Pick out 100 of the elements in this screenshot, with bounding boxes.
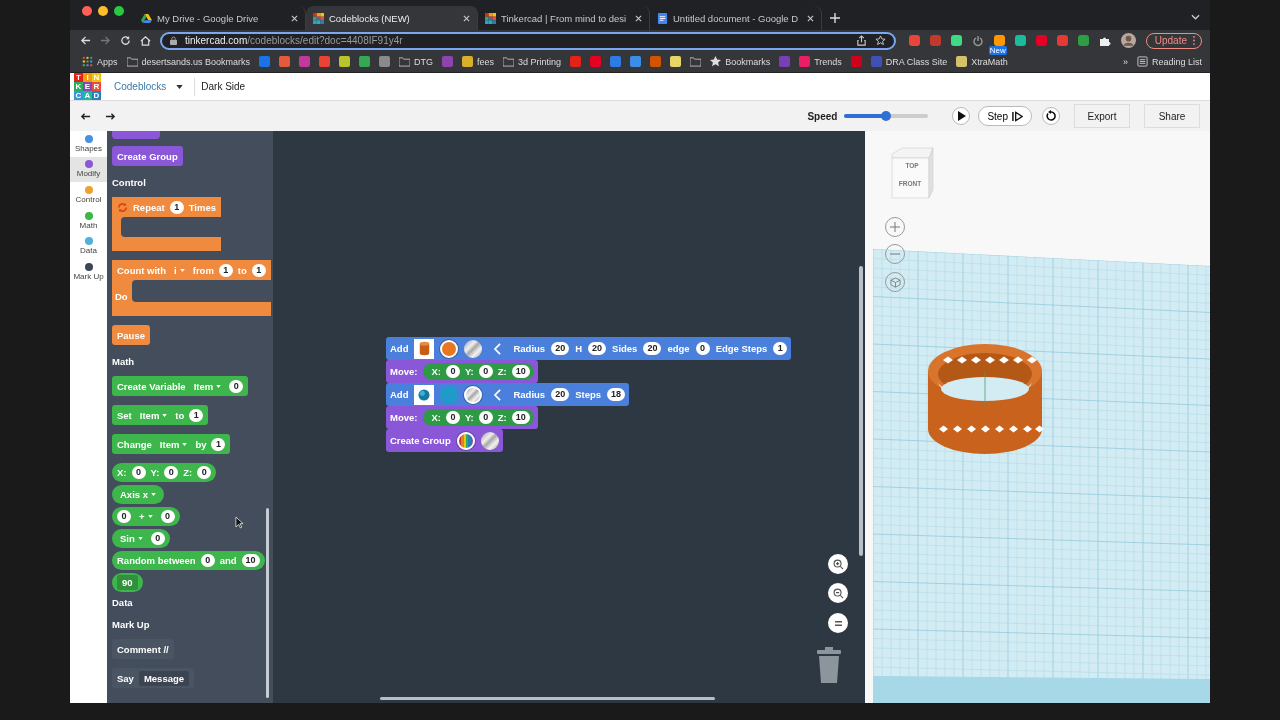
scrollbar[interactable] bbox=[859, 266, 863, 556]
zoom-in-button[interactable] bbox=[828, 554, 848, 574]
extension-icon[interactable] bbox=[1014, 35, 1026, 46]
reload-icon[interactable] bbox=[120, 35, 131, 46]
code-block[interactable]: 90 bbox=[112, 573, 143, 592]
bookmark-icon[interactable] bbox=[670, 56, 682, 67]
extension-icon[interactable] bbox=[1056, 35, 1068, 46]
category-tab[interactable]: Mark Up bbox=[70, 258, 107, 285]
number-input[interactable]: 20 bbox=[643, 342, 662, 355]
slider-thumb[interactable] bbox=[881, 111, 892, 121]
mode-dropdown[interactable]: Codeblocks bbox=[114, 81, 184, 92]
bookmark-icon[interactable] bbox=[379, 56, 391, 67]
chevron-left-icon[interactable] bbox=[494, 342, 502, 355]
bookmark[interactable]: fees bbox=[462, 56, 495, 67]
browser-tab[interactable]: Codeblocks (NEW) bbox=[306, 6, 478, 30]
number-input[interactable]: 0 bbox=[200, 554, 215, 567]
number-input[interactable]: 0 bbox=[445, 365, 460, 378]
close-icon[interactable] bbox=[807, 14, 814, 22]
number-input[interactable]: 0 bbox=[164, 466, 179, 479]
category-tab[interactable]: Control bbox=[70, 182, 107, 208]
nested-block[interactable]: X: 0 Y: 0 Z: 10 bbox=[423, 409, 534, 426]
code-block[interactable]: Random between 0 and 10 bbox=[112, 551, 265, 570]
bookmark-folder[interactable]: desertsands.us Bookmarks bbox=[126, 56, 251, 67]
folder-icon[interactable] bbox=[690, 56, 702, 67]
number-input[interactable]: 0 bbox=[229, 379, 244, 393]
logo[interactable]: T I N K E R C A D bbox=[74, 73, 101, 100]
number-input[interactable]: 20 bbox=[551, 342, 570, 355]
code-block[interactable]: Sin 0 bbox=[112, 529, 170, 548]
number-input[interactable]: 1 bbox=[218, 263, 233, 277]
speed-slider[interactable] bbox=[844, 114, 929, 118]
bookmark-icon[interactable] bbox=[359, 56, 371, 67]
color-swatch[interactable] bbox=[456, 431, 475, 450]
category-tab[interactable]: Modify bbox=[70, 156, 107, 183]
extension-icon[interactable] bbox=[993, 35, 1005, 46]
zoom-out-button[interactable] bbox=[828, 583, 848, 603]
number-input[interactable]: 0 bbox=[150, 532, 165, 545]
bookmarks-overflow[interactable]: » bbox=[1122, 56, 1128, 67]
zoom-window-button[interactable] bbox=[114, 5, 124, 16]
color-swatch[interactable] bbox=[440, 385, 459, 404]
number-input[interactable]: 0 bbox=[445, 411, 460, 424]
export-button[interactable]: Export bbox=[1074, 104, 1130, 128]
plus-icon[interactable] bbox=[830, 13, 840, 23]
bookmark[interactable]: Trends bbox=[799, 56, 842, 67]
number-input[interactable]: 20 bbox=[588, 342, 607, 355]
bookmark-icon[interactable] bbox=[279, 56, 291, 67]
design-name[interactable]: Dark Side bbox=[201, 81, 246, 92]
reading-list[interactable]: Reading List bbox=[1136, 56, 1202, 67]
close-icon[interactable] bbox=[291, 14, 298, 22]
number-input[interactable]: 0 bbox=[478, 411, 493, 424]
avatar[interactable] bbox=[1120, 33, 1136, 48]
bookmark-folder[interactable]: 3d Printing bbox=[503, 56, 562, 67]
play-button[interactable] bbox=[952, 107, 971, 125]
number-input[interactable]: 10 bbox=[511, 365, 530, 378]
nested-block[interactable]: X: 0 Y: 0 Z: 10 bbox=[423, 363, 534, 380]
color-swatch[interactable] bbox=[440, 339, 459, 358]
number-input[interactable]: 10 bbox=[511, 411, 530, 424]
code-block[interactable]: Say Message bbox=[112, 668, 195, 688]
number-input[interactable]: 0 bbox=[197, 466, 212, 479]
extension-icon[interactable] bbox=[1077, 35, 1089, 46]
scrollbar[interactable] bbox=[380, 697, 715, 700]
share-icon[interactable] bbox=[855, 35, 867, 46]
address-bar[interactable]: tinkercad.com/codeblocks/edit?doc=4408IF91y4r bbox=[160, 31, 896, 50]
trash-icon[interactable] bbox=[816, 647, 842, 683]
text-input[interactable]: 90 bbox=[117, 575, 138, 590]
number-input[interactable]: 1 bbox=[773, 342, 788, 355]
bookmark-icon[interactable] bbox=[630, 56, 642, 67]
sphere-thumbnail[interactable] bbox=[414, 384, 435, 405]
close-icon[interactable] bbox=[463, 14, 470, 22]
code-block[interactable]: Comment // bbox=[112, 639, 174, 659]
number-input[interactable]: 20 bbox=[551, 388, 570, 401]
share-button[interactable]: Share bbox=[1144, 104, 1200, 128]
extension-icon[interactable] bbox=[950, 35, 962, 46]
back-icon[interactable] bbox=[80, 35, 91, 46]
number-input[interactable]: 1 bbox=[169, 200, 184, 214]
code-block[interactable]: Set Item to 1 bbox=[112, 405, 209, 425]
code-block[interactable]: Change Item by 1 bbox=[112, 434, 231, 454]
text-input[interactable]: Message bbox=[138, 670, 190, 686]
chevron-left-icon[interactable] bbox=[494, 388, 502, 401]
number-input[interactable]: 10 bbox=[241, 554, 260, 567]
scrollbar[interactable] bbox=[266, 508, 269, 698]
power-icon[interactable] bbox=[971, 34, 984, 47]
bookmark-icon[interactable] bbox=[339, 56, 351, 67]
close-icon[interactable] bbox=[635, 14, 642, 22]
star-icon[interactable] bbox=[874, 35, 886, 46]
code-block[interactable]: Create Group bbox=[112, 146, 183, 166]
bookmark[interactable]: Apps bbox=[82, 56, 118, 67]
category-tab[interactable]: Math bbox=[70, 207, 107, 234]
number-input[interactable]: 1 bbox=[189, 408, 204, 422]
code-block[interactable]: Move: X: 0 Y: 0 Z: 10 bbox=[386, 360, 538, 383]
extension-icon[interactable] bbox=[908, 35, 920, 46]
code-block[interactable]: Add Radius 20 H 20 Sides 20 edge 0 Edge Steps 1 bbox=[386, 337, 792, 360]
number-input[interactable]: 0 bbox=[695, 342, 710, 355]
home-icon[interactable] bbox=[140, 35, 151, 46]
number-input[interactable]: 18 bbox=[607, 388, 626, 401]
color-swatch[interactable] bbox=[464, 339, 483, 358]
chevron-down-icon[interactable] bbox=[1191, 14, 1200, 20]
number-input[interactable]: 0 bbox=[131, 466, 146, 479]
code-block[interactable]: 0 + 0 bbox=[112, 507, 180, 526]
category-tab[interactable]: Shapes bbox=[70, 131, 107, 157]
bookmark-folder[interactable]: Bookmarks bbox=[710, 56, 771, 67]
